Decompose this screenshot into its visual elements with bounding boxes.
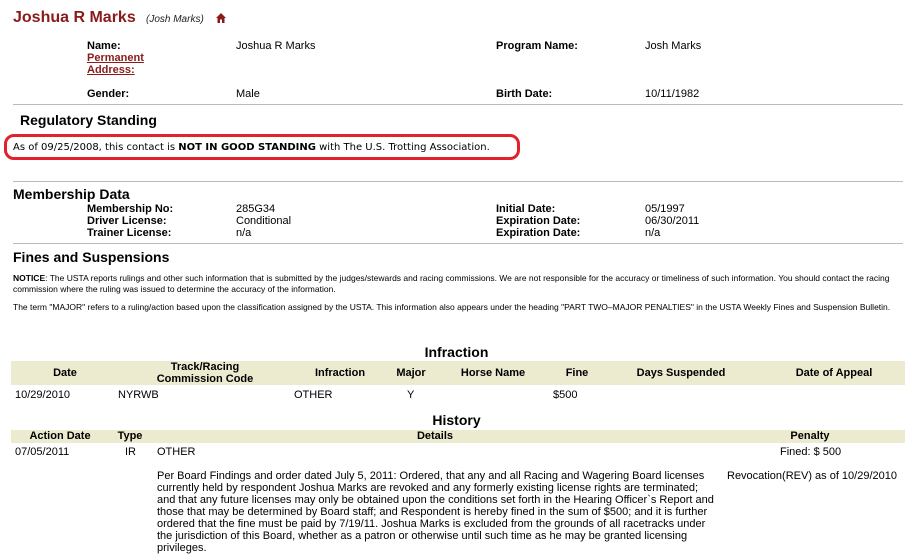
driver-license-value: Conditional (236, 215, 292, 227)
infraction-type: OTHER (294, 389, 333, 401)
col-horse-name: Horse Name (460, 367, 526, 379)
membership-no-label: Membership No: (87, 203, 174, 215)
gender-value: Male (236, 88, 260, 100)
infraction-heading: Infraction (424, 344, 489, 360)
trainer-expiration-value: n/a (645, 227, 661, 239)
col-fine: Fine (565, 367, 589, 379)
initial-date-value: 05/1997 (645, 203, 685, 215)
history-penalty-revocation: Revocation(REV) as of 10/29/2010 (727, 470, 897, 482)
driver-license-label: Driver License: (87, 215, 167, 227)
membership-heading: Membership Data (13, 186, 130, 202)
trainer-expiration-label: Expiration Date: (496, 227, 581, 239)
permanent-address-link-line2[interactable]: Address: (87, 64, 135, 76)
history-heading: History (432, 412, 481, 428)
col-details: Details (416, 430, 454, 442)
divider (13, 181, 903, 182)
col-action-date: Action Date (29, 430, 91, 442)
initial-date-label: Initial Date: (496, 203, 556, 215)
history-penalty-fine: Fined: $ 500 (780, 446, 842, 458)
name-value: Joshua R Marks (236, 40, 316, 52)
fines-heading: Fines and Suspensions (13, 249, 170, 265)
divider (13, 104, 903, 105)
col-date-of-appeal: Date of Appeal (795, 367, 873, 379)
notice-text: NOTICE: The USTA reports rulings and oth… (13, 273, 890, 294)
major-definition-text: The term "MAJOR" refers to a ruling/acti… (13, 302, 891, 312)
program-name-value: Josh Marks (645, 40, 702, 52)
history-action-date: 07/05/2011 (15, 446, 70, 458)
infraction-major: Y (407, 389, 415, 401)
infraction-date: 10/29/2010 (15, 389, 71, 401)
history-category: OTHER (157, 446, 196, 458)
contact-name: Joshua R Marks (13, 9, 136, 26)
history-type: IR (125, 446, 136, 458)
history-details: Per Board Findings and order dated July … (157, 470, 714, 554)
trainer-license-value: n/a (236, 227, 252, 239)
col-major: Major (396, 367, 426, 379)
col-days-suspended: Days Suspended (636, 367, 726, 379)
driver-expiration-label: Expiration Date: (496, 215, 581, 227)
driver-expiration-value: 06/30/2011 (645, 215, 700, 227)
name-label: Name: (87, 40, 121, 52)
home-icon[interactable] (215, 12, 227, 24)
permanent-address-link[interactable]: Permanent (87, 52, 144, 64)
col-penalty: Penalty (790, 430, 830, 442)
gender-label: Gender: (87, 88, 130, 100)
membership-no-value: 285G34 (236, 203, 276, 215)
col-date: Date (53, 367, 77, 379)
program-name-label: Program Name: (496, 40, 578, 52)
contact-nickname: (Josh Marks) (146, 14, 204, 25)
col-track: Track/Racing Commission Code (156, 361, 254, 385)
standing-text: As of 09/25/2008, this contact is NOT IN… (13, 142, 490, 153)
birth-date-value: 10/11/1982 (645, 88, 700, 100)
regulatory-heading: Regulatory Standing (20, 112, 157, 128)
col-infraction: Infraction (314, 367, 366, 379)
infraction-track: NYRWB (118, 389, 159, 401)
birth-date-label: Birth Date: (496, 88, 553, 100)
trainer-license-label: Trainer License: (87, 227, 172, 239)
col-type: Type (117, 430, 143, 442)
divider (13, 243, 903, 244)
standing-status: NOT IN GOOD STANDING (178, 142, 316, 153)
infraction-fine: $500 (553, 389, 578, 401)
